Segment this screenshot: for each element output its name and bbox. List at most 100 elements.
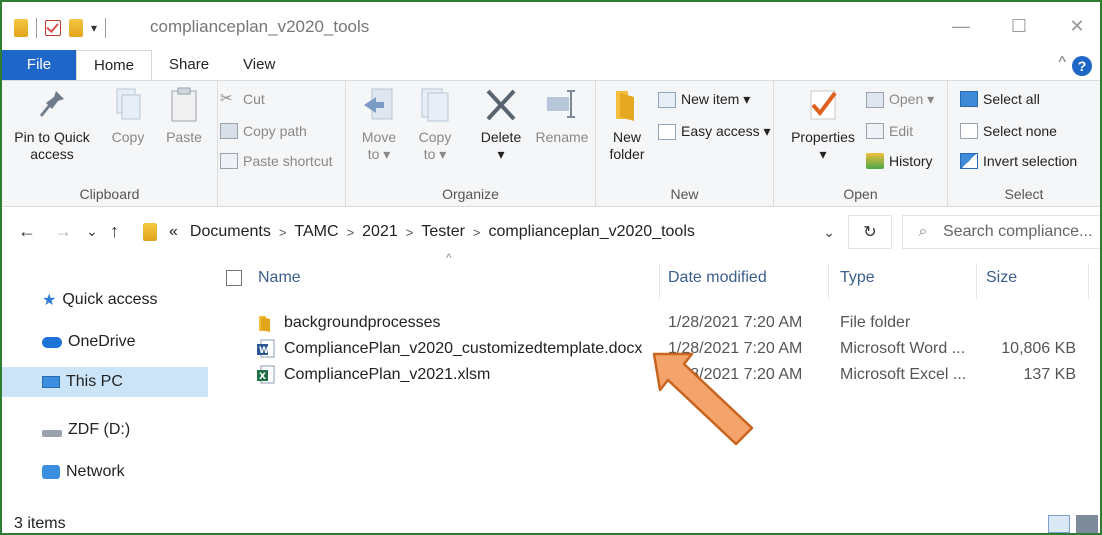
column-divider[interactable] xyxy=(976,263,977,299)
nav-item-network[interactable]: Network xyxy=(2,457,208,487)
column-divider[interactable] xyxy=(659,263,660,299)
rename-button[interactable]: Rename xyxy=(532,87,592,146)
column-header-size[interactable]: Size xyxy=(986,269,1017,287)
column-header-name[interactable]: Name xyxy=(258,269,301,287)
easy-access-button[interactable]: Easy access ▾ xyxy=(658,123,771,140)
recent-locations-button[interactable]: ⌄ xyxy=(86,223,98,240)
paste-shortcut-label: Paste shortcut xyxy=(243,153,333,169)
delete-button[interactable]: Delete ▾ xyxy=(474,87,528,163)
breadcrumb-separator[interactable]: > xyxy=(347,225,355,240)
table-row[interactable]: W CompliancePlan_v2020_customizedtemplat… xyxy=(210,337,1100,363)
select-group: Select all Select none Invert selection … xyxy=(948,81,1100,206)
collapse-ribbon-button[interactable]: ^ xyxy=(1058,54,1066,72)
breadcrumb-current-folder[interactable]: complianceplan_v2020_tools xyxy=(489,223,695,241)
open-label: Open ▾ xyxy=(889,91,935,107)
column-header-type[interactable]: Type xyxy=(840,269,875,287)
new-folder-button[interactable]: New folder xyxy=(602,87,652,163)
breadcrumb-documents[interactable]: Documents xyxy=(190,223,271,241)
copy-path-icon xyxy=(220,123,238,139)
breadcrumb-tester[interactable]: Tester xyxy=(421,223,465,241)
copy-to-button[interactable]: Copy to ▾ xyxy=(412,87,458,163)
details-view-button[interactable] xyxy=(1048,515,1070,533)
invert-selection-button[interactable]: Invert selection xyxy=(960,153,1077,169)
up-button[interactable]: ↑ xyxy=(110,221,119,242)
column-header-date-modified[interactable]: Date modified xyxy=(668,269,767,287)
tab-file[interactable]: File xyxy=(2,50,76,80)
nav-item-onedrive[interactable]: OneDrive xyxy=(2,327,208,357)
help-button[interactable]: ? xyxy=(1072,56,1092,76)
column-divider[interactable] xyxy=(828,263,829,299)
address-bar[interactable]: « Documents > TAMC > 2021 > Tester > com… xyxy=(134,215,846,249)
large-icons-view-button[interactable] xyxy=(1076,515,1098,533)
customize-toolbar-dropdown[interactable]: ▾ xyxy=(91,21,97,35)
paste-shortcut-button[interactable]: Paste shortcut xyxy=(220,153,333,169)
breadcrumb-separator[interactable]: > xyxy=(473,225,481,240)
nav-item-this-pc[interactable]: This PC xyxy=(2,367,208,397)
cut-button[interactable]: ✂ Cut xyxy=(220,91,265,108)
table-row[interactable]: backgroundprocesses 1/28/2021 7:20 AM Fi… xyxy=(210,311,1100,337)
nav-item-zdf-drive[interactable]: ZDF (D:) xyxy=(2,415,208,445)
copy-to-label-2: to ▾ xyxy=(423,146,447,162)
address-dropdown-button[interactable]: ⌄ xyxy=(823,224,835,241)
search-box[interactable]: ⌕ Search compliance... xyxy=(902,215,1100,249)
explorer-window: ▾ complianceplan_v2020_tools — ☐ ✕ File … xyxy=(0,0,1102,535)
move-to-button[interactable]: Move to ▾ xyxy=(354,87,404,163)
select-all-button[interactable]: Select all xyxy=(960,91,1040,107)
refresh-button[interactable]: ↻ xyxy=(848,215,892,249)
properties-button[interactable]: Properties ▾ xyxy=(788,87,858,163)
rename-icon xyxy=(547,90,575,118)
delete-dropdown[interactable]: ▾ xyxy=(497,146,504,162)
organize-group-label: Organize xyxy=(442,186,499,202)
open-group: Properties ▾ Open ▾ Edit History Open xyxy=(774,81,948,206)
column-divider[interactable] xyxy=(1088,263,1089,299)
forward-button[interactable]: → xyxy=(54,221,72,242)
open-group-label: Open xyxy=(843,186,878,202)
nav-item-quick-access[interactable]: ★ Quick access xyxy=(2,285,208,315)
new-group: New folder New item ▾ Easy access ▾ New xyxy=(596,81,774,206)
move-to-label-1: Move xyxy=(361,129,397,145)
tab-share[interactable]: Share xyxy=(152,50,226,80)
select-none-button[interactable]: Select none xyxy=(960,123,1057,139)
table-row[interactable]: X CompliancePlan_v2021.xlsm 1/28/2021 7:… xyxy=(210,363,1100,389)
breadcrumb-overflow[interactable]: « xyxy=(169,223,178,241)
select-none-label: Select none xyxy=(983,123,1057,139)
toolbar-divider xyxy=(105,18,107,38)
history-button[interactable]: History xyxy=(866,153,933,169)
invert-selection-label: Invert selection xyxy=(983,153,1078,169)
open-icon xyxy=(866,91,884,108)
breadcrumb-separator[interactable]: > xyxy=(406,225,414,240)
new-folder-icon[interactable] xyxy=(69,19,83,37)
file-name: backgroundprocesses xyxy=(284,314,441,331)
file-size: 10,806 KB xyxy=(1001,340,1076,357)
paste-button[interactable]: Paste xyxy=(160,87,208,146)
properties-dropdown[interactable]: ▾ xyxy=(819,146,826,162)
select-all-label: Select all xyxy=(983,91,1040,107)
file-date: 1/28/2021 7:20 AM xyxy=(668,366,803,383)
new-item-button[interactable]: New item ▾ xyxy=(658,91,750,108)
minimize-button[interactable]: — xyxy=(946,12,976,40)
maximize-button[interactable]: ☐ xyxy=(1004,12,1034,40)
tab-view[interactable]: View xyxy=(226,50,292,80)
open-button[interactable]: Open ▾ xyxy=(866,91,934,108)
back-button[interactable]: ← xyxy=(18,221,36,242)
breadcrumb-separator[interactable]: > xyxy=(279,225,287,240)
copy-path-button[interactable]: Copy path xyxy=(220,123,307,139)
copy-label: Copy xyxy=(111,129,145,145)
tab-home[interactable]: Home xyxy=(76,50,153,80)
select-none-icon xyxy=(960,123,978,139)
breadcrumb-tamc[interactable]: TAMC xyxy=(294,223,338,241)
quick-access-toolbar: ▾ xyxy=(14,16,107,40)
properties-check-icon[interactable] xyxy=(45,20,61,36)
nav-label: ZDF (D:) xyxy=(68,421,131,438)
nav-label: Network xyxy=(66,463,125,480)
edit-button[interactable]: Edit xyxy=(866,123,913,139)
pin-to-quick-access-button[interactable]: Pin to Quick access xyxy=(6,87,98,163)
title-bar: ▾ complianceplan_v2020_tools — ☐ ✕ xyxy=(2,2,1100,50)
select-all-checkbox[interactable] xyxy=(226,270,242,286)
history-icon xyxy=(866,153,884,169)
drive-icon xyxy=(42,429,62,437)
file-type: Microsoft Excel ... xyxy=(840,366,967,383)
copy-button[interactable]: Copy xyxy=(106,87,150,146)
close-button[interactable]: ✕ xyxy=(1062,12,1092,40)
breadcrumb-2021[interactable]: 2021 xyxy=(362,223,398,241)
